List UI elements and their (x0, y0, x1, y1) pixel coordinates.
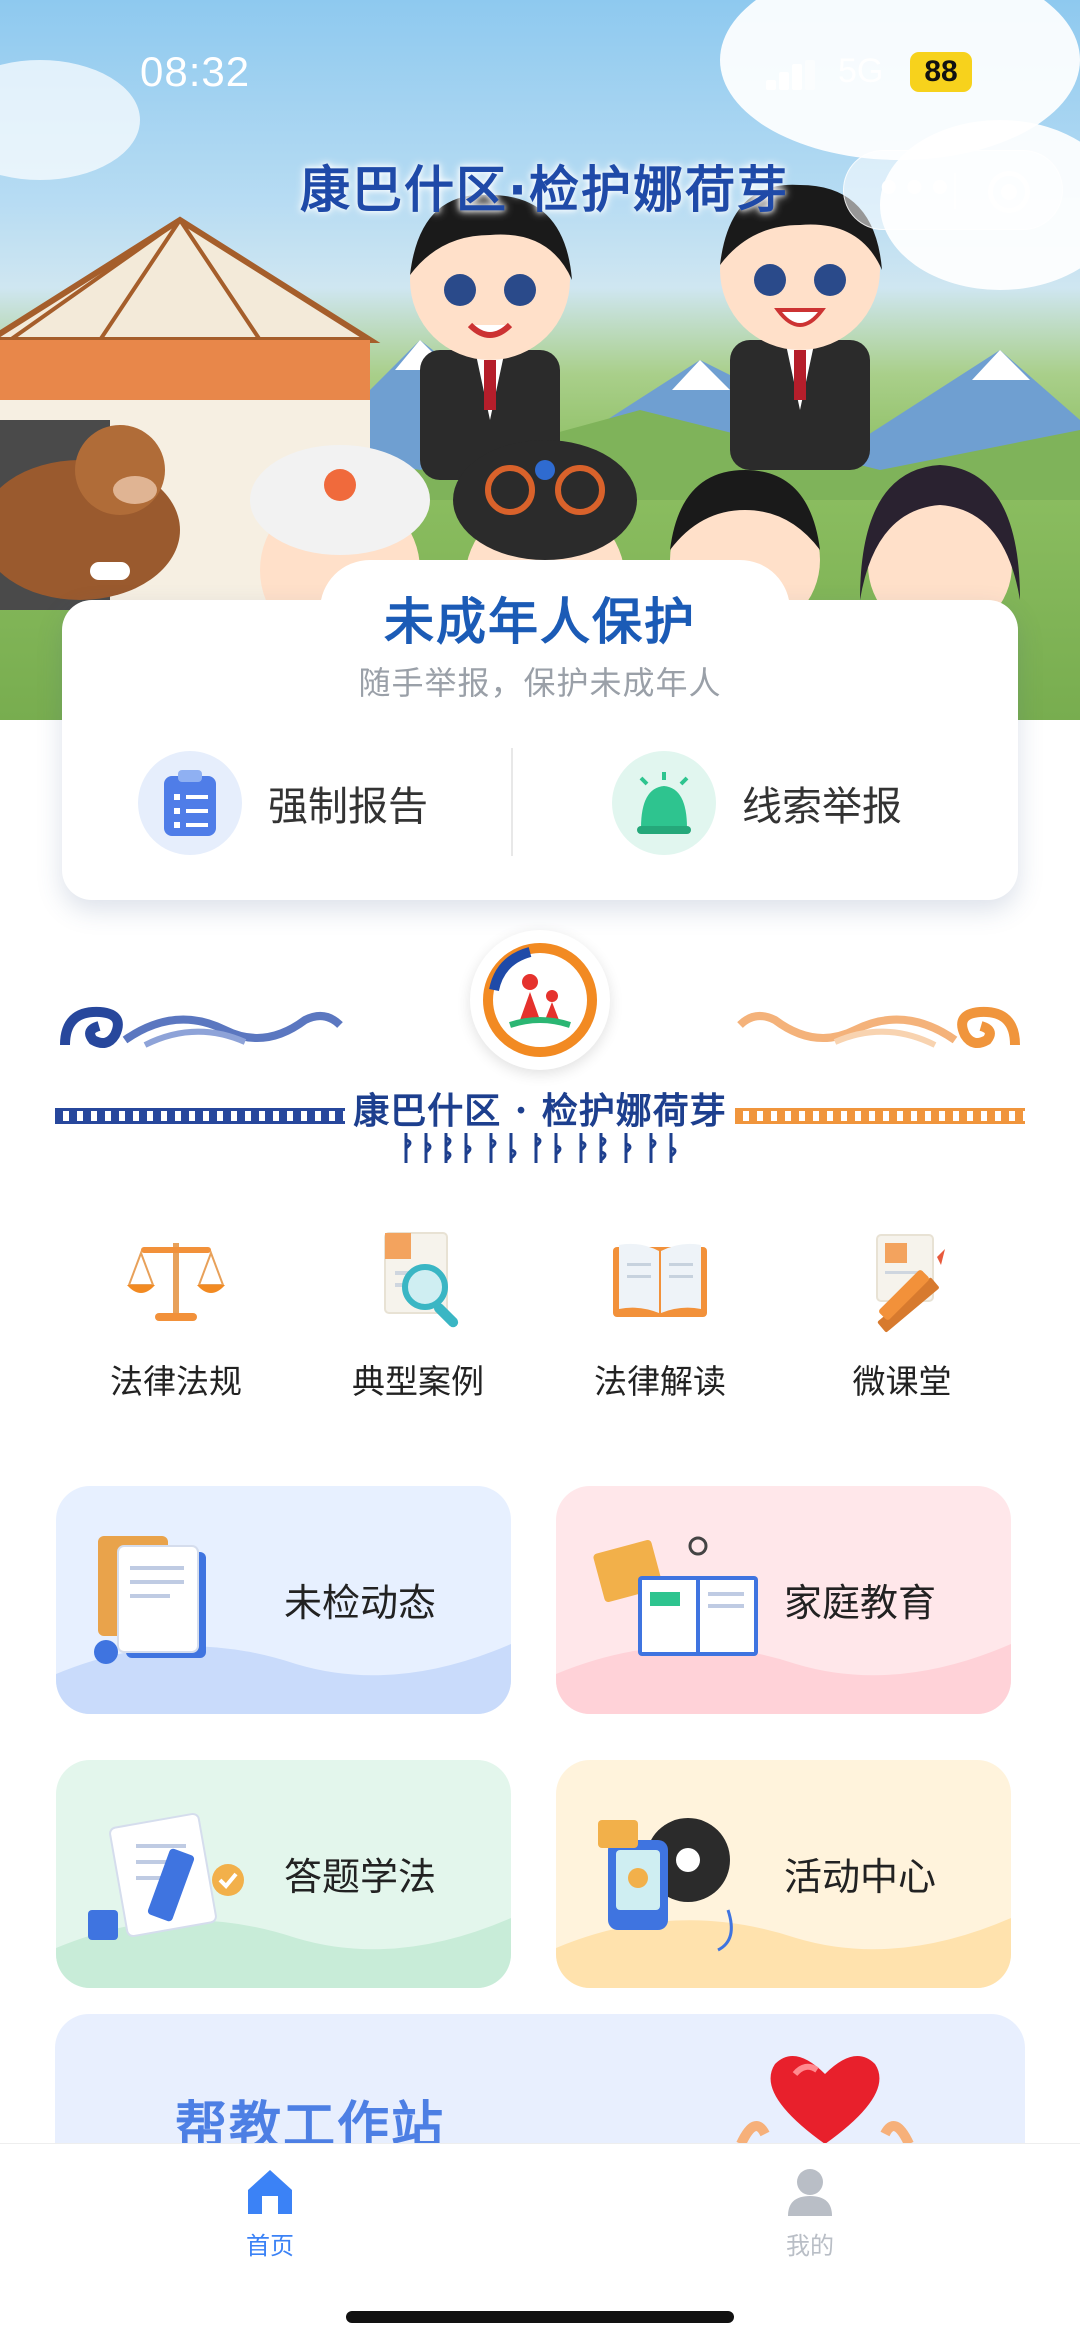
station-title: 帮教工作站 (175, 2097, 446, 2144)
action-divider (511, 748, 513, 856)
books-icon (593, 1536, 758, 1656)
signal-icon (766, 60, 815, 90)
open-book-icon (605, 1225, 715, 1335)
grid-item-cases[interactable]: 典型案例 (298, 1225, 538, 1401)
clue-report-label: 线索举报 (742, 784, 902, 830)
tab-home[interactable]: 首页 (200, 2164, 340, 2261)
network-type: 5G (838, 52, 884, 90)
capsule-divider (954, 173, 956, 209)
clipboard-icon (138, 751, 242, 855)
record-player-icon (598, 1818, 733, 1952)
grid-label: 微课堂 (852, 1362, 952, 1401)
mongolian-script (404, 1133, 677, 1163)
feature-label: 未检动态 (284, 1581, 437, 1625)
documents-icon (94, 1536, 206, 1664)
scales-icon (121, 1225, 231, 1335)
status-time: 08:32 (140, 48, 251, 95)
feature-card-procuratorate-news[interactable]: 未检动态 (56, 1486, 511, 1714)
more-options-icon[interactable]: ••• (876, 169, 953, 211)
protection-title: 未成年人保护 (384, 593, 696, 651)
battery-indicator: 88 (910, 52, 972, 92)
mandatory-report-label: 强制报告 (268, 784, 428, 830)
tab-label: 我的 (786, 2232, 834, 2260)
hero-title: 康巴什区·检护娜荷芽 (300, 161, 789, 219)
carousel-indicator (90, 562, 130, 580)
checklist-icon (88, 1812, 244, 1940)
grid-label: 典型案例 (352, 1362, 484, 1401)
grid-label: 法律法规 (110, 1362, 242, 1401)
tab-label: 首页 (246, 2232, 294, 2260)
feature-card-activity-center[interactable]: 活动中心 (556, 1760, 1011, 1988)
station-banner[interactable]: 帮教工作站 (55, 2014, 1025, 2144)
status-bar: 08:32 5G 88 (0, 42, 1080, 102)
ruler-pencil-icon (847, 1225, 957, 1335)
brand-logo (470, 930, 610, 1070)
tab-mine[interactable]: 我的 (740, 2164, 880, 2261)
feature-card-quiz-law[interactable]: 答题学法 (56, 1760, 511, 1988)
grid-item-interpretation[interactable]: 法律解读 (540, 1225, 780, 1401)
ornament-left (60, 1006, 343, 1049)
feature-label: 活动中心 (784, 1855, 937, 1899)
brand-name: 康巴什区 · 检护娜荷芽 (353, 1090, 727, 1132)
grid-item-laws[interactable]: 法律法规 (56, 1225, 296, 1401)
grid-label: 法律解读 (594, 1362, 726, 1401)
grid-item-microclass[interactable]: 微课堂 (782, 1225, 1022, 1401)
miniprogram-capsule: ••• (843, 150, 1063, 230)
ornament-right (737, 1006, 1020, 1049)
home-indicator (346, 2311, 734, 2323)
feature-card-family-education[interactable]: 家庭教育 (556, 1486, 1011, 1714)
heart-hands-icon (736, 2056, 914, 2144)
clue-report-button[interactable]: 线索举报 (612, 750, 902, 856)
close-miniprogram-icon[interactable] (988, 171, 1030, 213)
alarm-bell-icon (612, 751, 716, 855)
home-icon (242, 2164, 298, 2220)
mandatory-report-button[interactable]: 强制报告 (138, 750, 428, 856)
brand-banner: 康巴什区 · 检护娜荷芽 (0, 930, 1080, 1180)
protection-subtitle: 随手举报，保护未成年人 (358, 664, 722, 702)
user-icon (782, 2164, 838, 2220)
magnifier-document-icon (363, 1225, 473, 1335)
feature-label: 答题学法 (284, 1855, 437, 1899)
feature-label: 家庭教育 (784, 1581, 937, 1625)
